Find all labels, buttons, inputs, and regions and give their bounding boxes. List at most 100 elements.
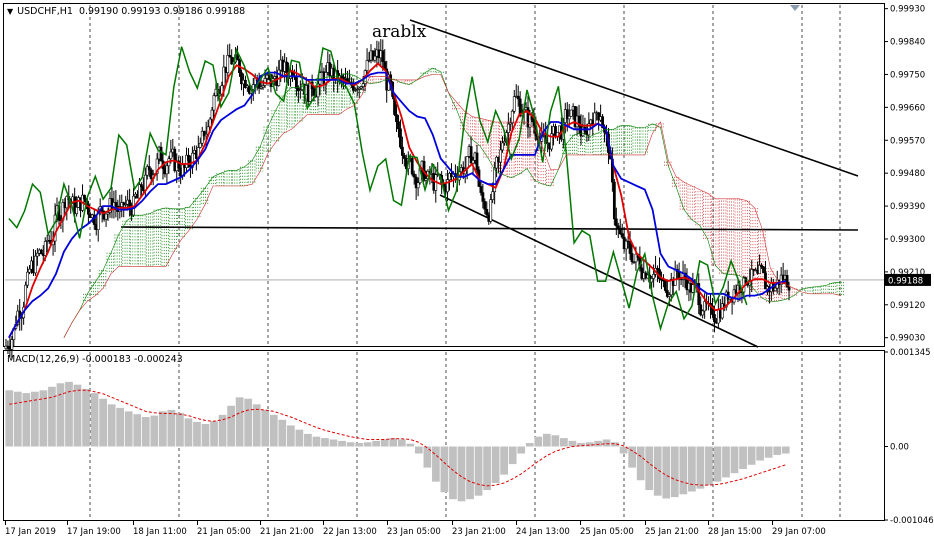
candle-body (410, 157, 414, 175)
candle-body (762, 266, 765, 273)
price-label-4: 0.99570 (890, 136, 925, 146)
candle-body (773, 287, 777, 292)
macd-bar (730, 446, 739, 474)
macd-bar (210, 421, 218, 447)
collapse-triangle-icon[interactable]: ▼ (7, 7, 13, 16)
time-label-8: 24 Jan 13:00 (516, 527, 570, 537)
candle-body (616, 225, 620, 229)
candle-body (397, 121, 400, 130)
candle-body (475, 152, 479, 171)
macd-bar (363, 442, 372, 447)
macd-bar (432, 446, 440, 482)
candle-body (614, 218, 618, 227)
candle-body (285, 61, 289, 73)
macd-bar (167, 409, 176, 447)
macd-bar (551, 435, 560, 447)
candle-body (187, 154, 190, 161)
candle-body (499, 149, 502, 163)
candle-body (383, 61, 387, 70)
time-label-12: 29 Jan 07:00 (772, 527, 826, 537)
macd-bar (321, 438, 329, 447)
macd-bar (764, 446, 773, 458)
candle-body (212, 95, 216, 111)
candle-body (412, 173, 416, 178)
price-label-5: 0.99480 (890, 169, 925, 179)
candle-body (210, 109, 214, 120)
time-label-3: 21 Jan 05:00 (197, 527, 251, 537)
macd-bar (355, 442, 363, 447)
candles (4, 39, 791, 360)
time-label-6: 23 Jan 05:00 (387, 527, 441, 537)
candle-body (395, 114, 398, 123)
candle-body (139, 184, 143, 188)
price-label-6: 0.99390 (890, 202, 925, 212)
macd-bar (542, 433, 551, 447)
macd-bar (645, 446, 654, 491)
macd-bar (244, 398, 253, 447)
candle-body (491, 191, 495, 200)
macd-header: MACD(12,26,9) -0.000183 -0.000243 (7, 354, 183, 365)
macd-bar (124, 411, 133, 447)
candle-body (489, 199, 493, 222)
candle-body (516, 95, 520, 100)
candle-body (501, 142, 504, 151)
candle-body (401, 146, 404, 156)
candle-body (618, 227, 622, 234)
time-label-10: 25 Jan 21:00 (645, 527, 699, 537)
candle-body (567, 115, 571, 120)
candle-body (381, 50, 385, 62)
candle-body (416, 182, 420, 189)
candle-body (35, 252, 39, 257)
macd-bar (116, 407, 125, 447)
macd-bar (739, 446, 747, 469)
macd-bar (329, 439, 338, 447)
macd-bar (346, 442, 355, 447)
time-label-1: 17 Jan 19:00 (67, 527, 121, 537)
candle-body (479, 186, 483, 193)
candle-body (512, 96, 516, 112)
candle-body (43, 241, 47, 256)
macd-bar (99, 398, 107, 447)
price-axis: 0.99930 0.99840 0.99750 0.99660 0.99570 0.994… (884, 5, 931, 344)
candle-body (295, 75, 298, 89)
price-label-0: 0.99930 (890, 5, 925, 15)
macd-bar (278, 419, 287, 447)
candle-body (147, 166, 151, 171)
descending-channel[interactable] (409, 19, 859, 348)
time-label-7: 23 Jan 21:00 (452, 527, 506, 537)
candle-body (198, 142, 202, 148)
macd-bar (304, 433, 312, 447)
candle-body (34, 255, 37, 274)
macd-bar (295, 429, 304, 447)
macd-bar (372, 440, 381, 447)
price-label-2: 0.99750 (890, 70, 925, 80)
macd-bar (747, 446, 756, 465)
macd-bar (286, 425, 295, 447)
macd-bar (5, 390, 14, 447)
macd-bar (491, 446, 500, 484)
price-label-7: 0.99300 (890, 235, 925, 245)
macd-bar (534, 436, 543, 447)
candle-body (265, 74, 269, 79)
chart-shift-marker-icon[interactable] (790, 5, 800, 11)
candle-body (104, 213, 108, 220)
candle-body (10, 339, 14, 350)
candle-body (624, 240, 628, 250)
time-label-5: 22 Jan 13:00 (323, 527, 377, 537)
macd-bar (48, 386, 56, 447)
macd-bar (406, 443, 415, 447)
candle-body (713, 314, 716, 323)
macd-bar (636, 446, 645, 481)
candle-body (28, 268, 31, 273)
macd-bar (560, 438, 568, 447)
chart-canvas[interactable]: 0.99930 0.99840 0.99750 0.99660 0.99570 0.994… (0, 0, 934, 544)
candle-body (26, 271, 29, 286)
macd-bar (670, 446, 679, 498)
time-axis: 17 Jan 2019 17 Jan 19:00 18 Jan 11:00 21 Ja… (5, 521, 826, 537)
candle-body (75, 207, 79, 214)
macd-label-0: 0.001345 (890, 348, 931, 358)
macd-bar (312, 436, 321, 447)
macd-histogram (5, 381, 790, 502)
candle-body (114, 202, 118, 207)
candle-body (506, 123, 510, 133)
